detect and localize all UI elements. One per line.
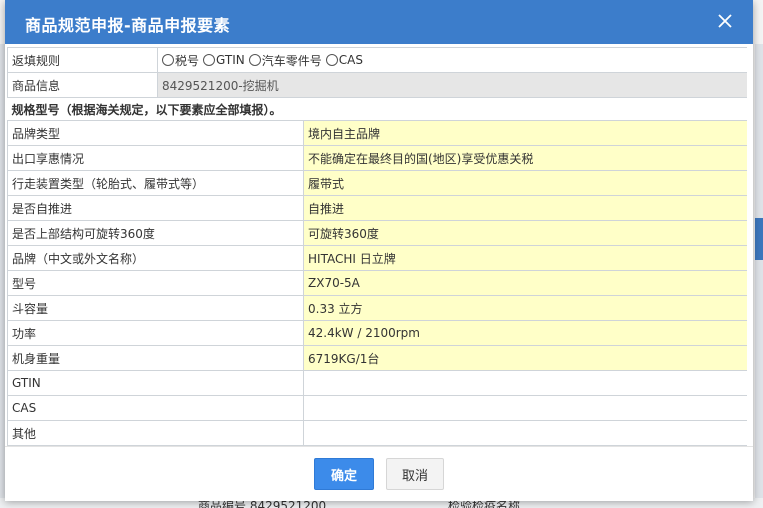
element-value-input[interactable]: 履带式 [303, 170, 747, 196]
element-row: 功率 42.4kW / 2100rpm [7, 320, 747, 346]
element-label: 斗容量 [7, 295, 304, 321]
element-row: 是否自推进 自推进 [7, 195, 747, 221]
background-right-tab [755, 218, 763, 260]
element-label: 出口享惠情况 [7, 145, 304, 171]
radio-circle-icon [203, 54, 216, 66]
fill-rule-options: 税号 GTIN 汽车零件号 CAS [157, 47, 747, 73]
element-value-input[interactable]: 不能确定在最终目的国(地区)享受优惠关税 [303, 145, 747, 171]
fill-rule-label: 返填规则 [7, 47, 158, 73]
radio-circle-icon [162, 54, 174, 66]
product-info-row: 商品信息 8429521200-挖掘机 [7, 72, 747, 98]
dialog-title: 商品规范申报-商品申报要素 [25, 16, 231, 35]
dialog-titlebar: 商品规范申报-商品申报要素 [5, 0, 753, 44]
element-value-input[interactable] [303, 370, 747, 396]
element-label: 行走装置类型（轮胎式、履带式等） [7, 170, 304, 196]
element-label: 是否自推进 [7, 195, 304, 221]
radio-cas[interactable]: CAS [325, 53, 363, 67]
elements-scroll-area[interactable]: 返填规则 税号 GTIN 汽车零件号 CAS 商品信息 8429521200-挖… [7, 47, 747, 446]
element-row: 品牌类型 境内自主品牌 [7, 120, 747, 146]
radio-label: 汽车零件号 [261, 53, 322, 68]
elements-body: 品牌类型 境内自主品牌 出口享惠情况 不能确定在最终目的国(地区)享受优惠关税 行走装置… [7, 120, 747, 446]
section-header: 规格型号（根据海关规定，以下要素应全部填报）。 [7, 97, 747, 121]
radio-circle-icon [325, 54, 338, 66]
element-value-input[interactable]: HITACHI 日立牌 [303, 245, 747, 271]
product-info-label: 商品信息 [7, 72, 158, 98]
dialog-body: 返填规则 税号 GTIN 汽车零件号 CAS 商品信息 8429521200-挖… [5, 44, 753, 446]
element-label: 品牌（中文或外文名称） [7, 245, 304, 271]
element-label: CAS [7, 395, 304, 421]
element-row: CAS [7, 395, 747, 421]
radio-label: 税号 [175, 53, 200, 68]
element-value-input[interactable] [303, 395, 747, 421]
element-value-input[interactable]: 自推进 [303, 195, 747, 221]
dialog-footer: 确定 取消 [5, 446, 753, 501]
radio-auto-part-no[interactable]: 汽车零件号 [248, 52, 322, 69]
radio-label: CAS [338, 53, 363, 67]
background-right-strip [755, 44, 763, 508]
element-row: 斗容量 0.33 立方 [7, 295, 747, 321]
element-label: 是否上部结构可旋转360度 [7, 220, 304, 246]
element-row: 品牌（中文或外文名称） HITACHI 日立牌 [7, 245, 747, 271]
product-info-value: 8429521200-挖掘机 [157, 72, 747, 98]
element-label: GTIN [7, 370, 304, 396]
element-value-input[interactable] [303, 420, 747, 446]
section-header-row: 规格型号（根据海关规定，以下要素应全部填报）。 [7, 97, 747, 121]
element-row: 是否上部结构可旋转360度 可旋转360度 [7, 220, 747, 246]
radio-gtin[interactable]: GTIN [203, 53, 245, 67]
radio-tax-code[interactable]: 税号 [162, 52, 199, 69]
confirm-button[interactable]: 确定 [314, 458, 374, 490]
element-label: 型号 [7, 270, 304, 296]
element-row: 机身重量 6719KG/1台 [7, 345, 747, 371]
element-row: 其他 [7, 420, 747, 446]
element-label: 品牌类型 [7, 120, 304, 146]
element-row: 行走装置类型（轮胎式、履带式等） 履带式 [7, 170, 747, 196]
elements-table: 返填规则 税号 GTIN 汽车零件号 CAS 商品信息 8429521200-挖… [7, 47, 747, 446]
element-value-input[interactable]: 6719KG/1台 [303, 345, 747, 371]
element-value-input[interactable]: 境内自主品牌 [303, 120, 747, 146]
element-row: GTIN [7, 370, 747, 396]
radio-circle-icon [248, 54, 261, 66]
close-icon[interactable] [713, 9, 737, 33]
element-row: 出口享惠情况 不能确定在最终目的国(地区)享受优惠关税 [7, 145, 747, 171]
element-value-input[interactable]: 可旋转360度 [303, 220, 747, 246]
element-value-input[interactable]: 0.33 立方 [303, 295, 747, 321]
radio-label: GTIN [216, 53, 245, 67]
element-label: 其他 [7, 420, 304, 446]
element-label: 功率 [7, 320, 304, 346]
element-value-input[interactable]: 42.4kW / 2100rpm [303, 320, 747, 346]
element-value-input[interactable]: ZX70-5A [303, 270, 747, 296]
element-label: 机身重量 [7, 345, 304, 371]
cancel-button[interactable]: 取消 [386, 458, 444, 490]
fill-rule-row: 返填规则 税号 GTIN 汽车零件号 CAS [7, 47, 747, 73]
element-row: 型号 ZX70-5A [7, 270, 747, 296]
declaration-elements-dialog: 商品规范申报-商品申报要素 返填规则 税号 GTIN 汽车零件号 CAS 商品信… [5, 0, 753, 501]
